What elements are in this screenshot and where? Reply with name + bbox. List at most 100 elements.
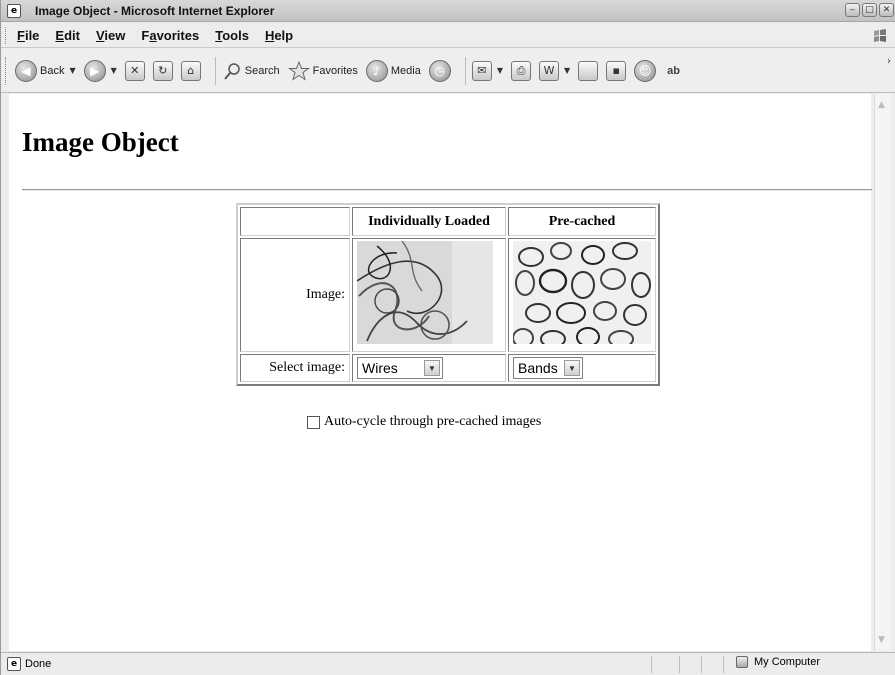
window-title: Image Object - Microsoft Internet Explor… <box>35 3 275 18</box>
maximize-icon[interactable]: □ <box>862 3 877 17</box>
history-icon: ◷ <box>428 59 451 82</box>
page-content: Image Object Individually Loaded Pre-cac… <box>9 94 872 651</box>
browser-window: e Image Object - Microsoft Internet Expl… <box>0 0 895 675</box>
discuss-button[interactable] <box>578 60 599 81</box>
favorites-button[interactable]: Favorites <box>287 60 358 81</box>
precached-select-value: Bands <box>518 360 558 376</box>
status-text: Done <box>25 658 52 670</box>
print-button[interactable]: ⎙ <box>511 60 532 81</box>
back-label: Back <box>40 64 65 77</box>
table-row: Image: <box>240 238 656 352</box>
word-edit-icon: W <box>539 60 560 81</box>
security-zone: My Computer <box>736 656 820 668</box>
home-button[interactable]: ⌂ <box>180 60 201 81</box>
print-icon: ⎙ <box>511 60 532 81</box>
media-button[interactable]: ♪ Media <box>365 59 421 82</box>
stop-button[interactable]: ✕ <box>124 60 145 81</box>
toolbar-separator <box>214 56 216 85</box>
precached-image-cell <box>508 238 656 352</box>
individual-select-cell: Wires ▼ <box>352 354 506 382</box>
toolbar-overflow-icon[interactable]: › <box>887 56 891 67</box>
wires-image <box>356 240 493 344</box>
table-row: Select image: Wires ▼ Bands ▼ <box>240 354 656 382</box>
history-button[interactable]: ◷ <box>428 59 451 82</box>
back-button[interactable]: ◀ Back ▼ <box>15 59 76 82</box>
standard-toolbar: ◀ Back ▼ ▶ ▼ ✕ ↻ ⌂ Search Favorites ♪ Me… <box>1 49 895 93</box>
messenger-icon: ☺ <box>634 59 657 82</box>
forward-dropdown-icon[interactable]: ▼ <box>111 66 117 75</box>
menubar-grip <box>5 27 8 44</box>
ie-icon: e <box>7 3 21 18</box>
back-dropdown-icon[interactable]: ▼ <box>69 66 75 75</box>
computer-icon <box>736 656 748 668</box>
individual-image-select[interactable]: Wires ▼ <box>357 357 443 379</box>
search-label: Search <box>244 64 280 77</box>
status-bar: e Done My Computer <box>1 652 895 675</box>
toolbar-separator <box>464 56 466 85</box>
precached-select-cell: Bands ▼ <box>508 354 656 382</box>
page-title: Image Object <box>22 127 179 157</box>
favorites-label: Favorites <box>312 64 358 77</box>
home-icon: ⌂ <box>180 60 201 81</box>
search-icon <box>224 62 240 80</box>
research-button[interactable]: ▪ <box>606 60 627 81</box>
search-button[interactable]: Search <box>222 61 280 81</box>
media-icon: ♪ <box>365 59 388 82</box>
ebay-icon: ab <box>667 64 681 77</box>
forward-button[interactable]: ▶ ▼ <box>83 59 117 82</box>
menu-view[interactable]: View <box>96 28 125 43</box>
back-arrow-icon: ◀ <box>15 59 37 82</box>
table-header-row: Individually Loaded Pre-cached <box>240 207 656 236</box>
menu-tools[interactable]: Tools <box>215 28 249 43</box>
menu-bar: File Edit View Favorites Tools Help <box>1 23 895 48</box>
toolbar-grip <box>5 57 8 85</box>
image-row-label: Image: <box>240 238 350 352</box>
image-table: Individually Loaded Pre-cached Image: Se… <box>236 203 660 386</box>
status-panel <box>701 656 702 673</box>
minimize-icon[interactable]: ‒ <box>845 3 860 17</box>
stop-icon: ✕ <box>124 60 145 81</box>
favorites-star-icon <box>287 60 310 81</box>
chevron-down-icon[interactable]: ▼ <box>424 360 440 376</box>
scroll-down-icon[interactable]: ▼ <box>878 635 885 645</box>
scroll-up-icon[interactable]: ▲ <box>878 100 885 110</box>
precached-image-select[interactable]: Bands ▼ <box>513 357 583 379</box>
menu-favorites[interactable]: Favorites <box>141 28 199 43</box>
edit-button[interactable]: W ▼ <box>539 60 570 81</box>
menu-edit[interactable]: Edit <box>55 28 80 43</box>
column-header: Individually Loaded <box>352 207 506 236</box>
research-icon: ▪ <box>606 60 627 81</box>
individual-select-value: Wires <box>362 360 398 376</box>
auto-cycle-checkbox[interactable] <box>307 415 320 429</box>
auto-cycle-option: Auto-cycle through pre-cached images <box>307 414 541 430</box>
messenger-button[interactable]: ☺ <box>634 59 657 82</box>
forward-arrow-icon: ▶ <box>83 59 106 82</box>
header-empty-cell <box>240 207 350 236</box>
title-bar: e Image Object - Microsoft Internet Expl… <box>1 0 895 22</box>
windows-logo-icon <box>874 29 886 42</box>
column-header: Pre-cached <box>508 207 656 236</box>
media-label: Media <box>390 64 421 77</box>
refresh-button[interactable]: ↻ <box>152 60 173 81</box>
window-controls: ‒ □ ✕ <box>845 3 894 17</box>
discuss-icon <box>578 60 599 81</box>
mail-dropdown-icon[interactable]: ▼ <box>497 66 503 75</box>
chevron-down-icon[interactable]: ▼ <box>564 360 580 376</box>
vertical-scrollbar[interactable]: ▲ ▼ <box>874 94 891 651</box>
refresh-icon: ↻ <box>152 60 173 81</box>
status-panel <box>651 656 652 673</box>
bands-image <box>512 241 651 348</box>
horizontal-rule <box>22 189 872 191</box>
select-row-label: Select image: <box>240 354 350 382</box>
page-status-icon: e <box>7 657 21 671</box>
zone-label: My Computer <box>754 656 821 668</box>
status-panel <box>723 656 724 673</box>
close-icon[interactable]: ✕ <box>879 3 894 17</box>
menu-help[interactable]: Help <box>265 28 293 43</box>
auto-cycle-label: Auto-cycle through pre-cached images <box>324 414 542 429</box>
edit-dropdown-icon[interactable]: ▼ <box>564 66 570 75</box>
mail-button[interactable]: ✉ ▼ <box>471 60 503 81</box>
ebay-button[interactable]: ab <box>664 65 680 77</box>
individual-image-cell <box>352 238 506 352</box>
menu-file[interactable]: File <box>17 28 39 43</box>
